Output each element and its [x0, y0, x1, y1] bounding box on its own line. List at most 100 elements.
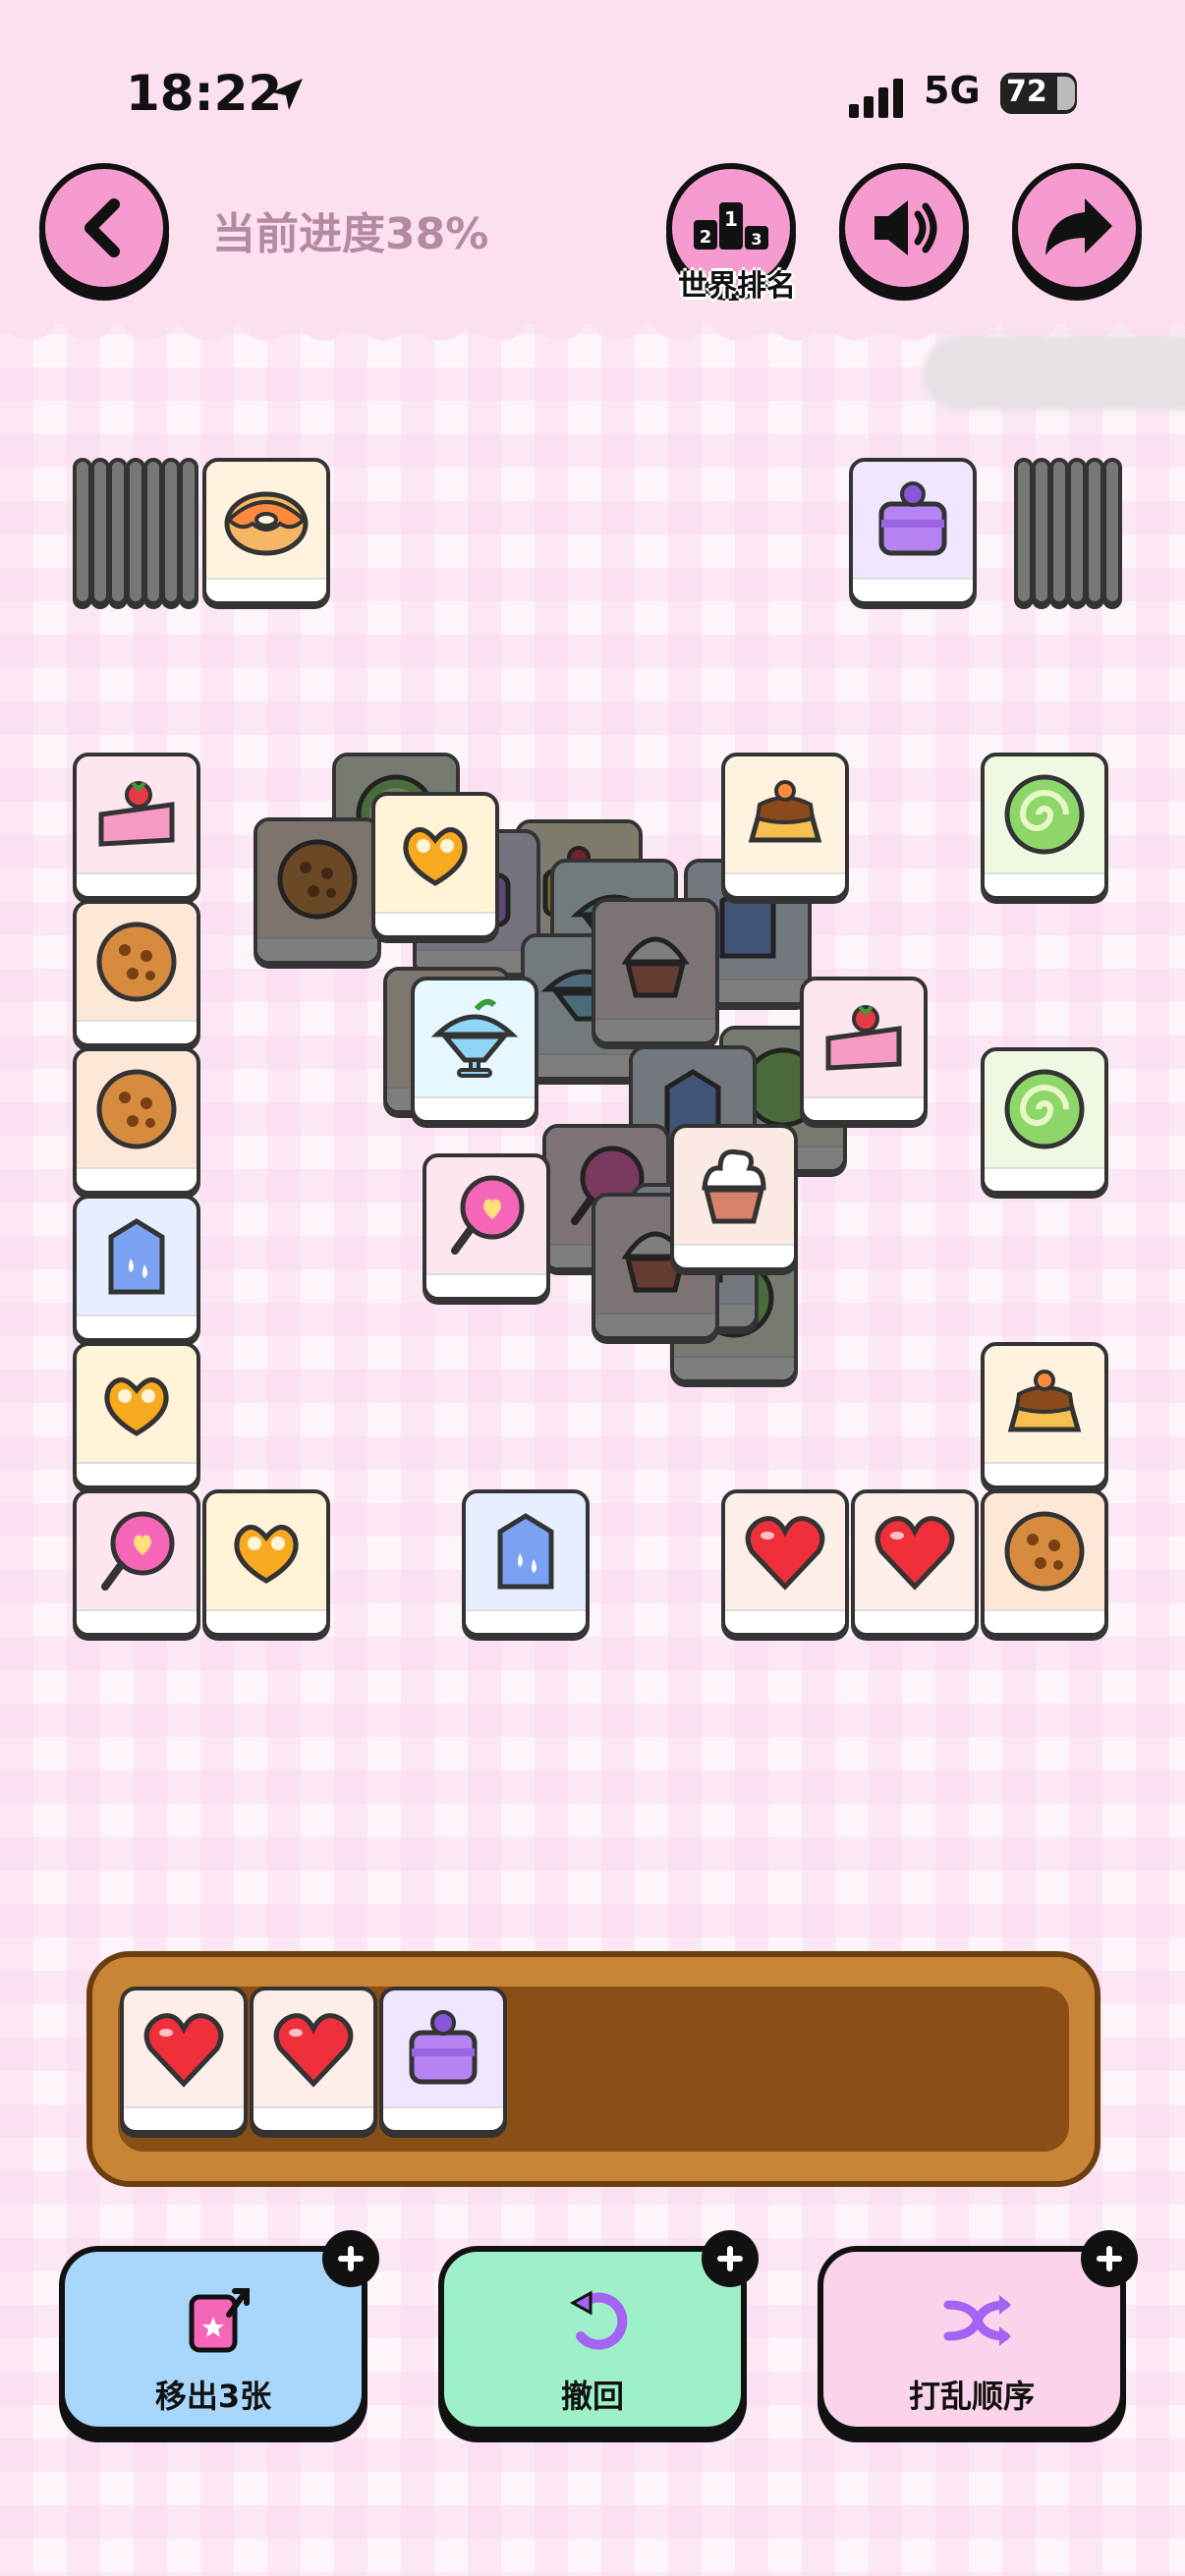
stacked-tile-edge	[1014, 458, 1034, 605]
cookie-icon	[96, 922, 177, 1002]
remove-three-button[interactable]: 移出3张	[59, 2230, 379, 2433]
heart-icon	[875, 1516, 955, 1591]
tile-heart[interactable]	[851, 1489, 979, 1637]
stacked-tile-edge	[108, 458, 128, 605]
sound-button[interactable]	[839, 163, 969, 293]
battery-icon: 72	[1000, 73, 1077, 114]
tile-lollipop[interactable]	[423, 1153, 550, 1301]
tile-cookie[interactable]	[981, 1489, 1108, 1637]
tile-heart[interactable]	[721, 1489, 849, 1637]
plus-icon[interactable]	[322, 2230, 379, 2287]
strawberry-cake-icon	[98, 781, 175, 847]
cupcake-icon	[702, 1148, 766, 1224]
tile-cupcake[interactable]	[670, 1124, 798, 1271]
purple-cake-icon	[409, 2010, 478, 2085]
shuffle-label: 打乱顺序	[908, 2378, 1035, 2415]
tray-tile-heart	[250, 1987, 377, 2134]
tray-tile-heart	[120, 1987, 248, 2134]
pretzel-icon	[403, 827, 468, 886]
tile-cookie[interactable]	[73, 900, 200, 1047]
cupcake-icon	[621, 936, 690, 998]
tile-pudding[interactable]	[721, 753, 849, 900]
milk-carton-icon	[497, 1513, 554, 1590]
stacked-tile-edge	[1067, 458, 1087, 605]
tile-purple-cake[interactable]	[849, 458, 977, 605]
stacked-tile-edge	[1085, 458, 1104, 605]
share-button[interactable]	[1012, 163, 1142, 293]
tile-cookie[interactable]	[73, 1047, 200, 1195]
tile-tray	[86, 1951, 1100, 2187]
stacked-tile-edge	[1102, 458, 1122, 605]
donut-icon	[224, 491, 309, 556]
milk-carton-icon	[108, 1218, 165, 1295]
stacked-tile-edge	[1049, 458, 1069, 605]
stacked-tile-edge	[179, 458, 198, 605]
tile-donut[interactable]	[202, 458, 330, 605]
blocked-tile-cookie	[254, 817, 381, 965]
blurred-banner	[924, 336, 1185, 411]
tile-strawberry-cake[interactable]	[73, 753, 200, 900]
tile-pretzel[interactable]	[371, 792, 499, 939]
signal-icon	[849, 79, 903, 118]
undo-button[interactable]: 撤回	[438, 2230, 759, 2433]
tile-milk[interactable]	[462, 1489, 590, 1637]
tile-pretzel[interactable]	[73, 1342, 200, 1489]
tray-slots	[118, 1987, 1069, 2152]
tile-swiss-roll[interactable]	[981, 753, 1108, 900]
pudding-icon	[748, 780, 822, 843]
location-arrow-icon	[271, 79, 303, 110]
stacked-tile-edge	[90, 458, 110, 605]
tile-pretzel[interactable]	[202, 1489, 330, 1637]
ice-cream-cup-icon	[430, 998, 519, 1078]
remove-three-label: 移出3张	[154, 2378, 272, 2415]
status-bar: 18:22 5G 72	[0, 61, 1185, 130]
swiss-roll-icon	[1004, 774, 1085, 855]
tray-tile-purple-cake	[379, 1987, 507, 2134]
undo-icon	[569, 2290, 628, 2350]
cookie-icon	[1004, 1511, 1085, 1592]
blocked-tile-cupcake-2	[592, 898, 719, 1045]
tile-strawberry-cake[interactable]	[800, 977, 928, 1124]
shuffle-icon	[943, 2295, 1011, 2346]
back-button[interactable]	[39, 163, 169, 293]
cookie-icon	[96, 1069, 177, 1149]
remove-cards-icon	[189, 2288, 250, 2353]
tile-ice-cream[interactable]	[411, 977, 538, 1124]
svg-text:1: 1	[724, 207, 738, 231]
world-rank-label: 世界排名	[678, 269, 796, 304]
stacked-tile-edge	[143, 458, 163, 605]
network-type: 5G	[924, 69, 981, 112]
speaker-icon	[875, 200, 937, 255]
pudding-icon	[1007, 1370, 1082, 1432]
heart-icon	[273, 2013, 354, 2088]
undo-label: 撤回	[560, 2378, 624, 2415]
stacked-tile-edge	[73, 458, 92, 605]
swiss-roll-icon	[1004, 1069, 1085, 1149]
heart-icon	[143, 2013, 224, 2088]
lollipop-icon	[101, 1511, 175, 1591]
stacked-tile-edge	[126, 458, 145, 605]
share-arrow-icon	[1045, 198, 1112, 255]
progress-text: 当前进度38%	[212, 209, 489, 259]
tile-lollipop[interactable]	[73, 1489, 200, 1637]
battery-level: 72	[1006, 75, 1047, 109]
tile-pudding[interactable]	[981, 1342, 1108, 1489]
stacked-tile-edge	[161, 458, 181, 605]
stacked-tile-edge	[1032, 458, 1051, 605]
chevron-left-icon	[85, 198, 120, 257]
tile-swiss-roll[interactable]	[981, 1047, 1108, 1195]
svg-text:2: 2	[700, 227, 712, 248]
plus-icon[interactable]	[702, 2230, 759, 2287]
cookie-icon	[277, 839, 358, 920]
strawberry-cake-icon	[825, 1005, 902, 1071]
pretzel-icon	[104, 1377, 169, 1436]
tile-milk[interactable]	[73, 1195, 200, 1342]
pretzel-icon	[234, 1525, 299, 1584]
status-time: 18:22	[126, 65, 283, 122]
header-bar	[0, 0, 1185, 324]
lollipop-icon	[451, 1175, 525, 1255]
plus-icon[interactable]	[1081, 2230, 1138, 2287]
purple-cake-icon	[878, 481, 947, 556]
shuffle-button[interactable]: 打乱顺序	[818, 2230, 1138, 2433]
svg-text:3: 3	[751, 230, 762, 249]
